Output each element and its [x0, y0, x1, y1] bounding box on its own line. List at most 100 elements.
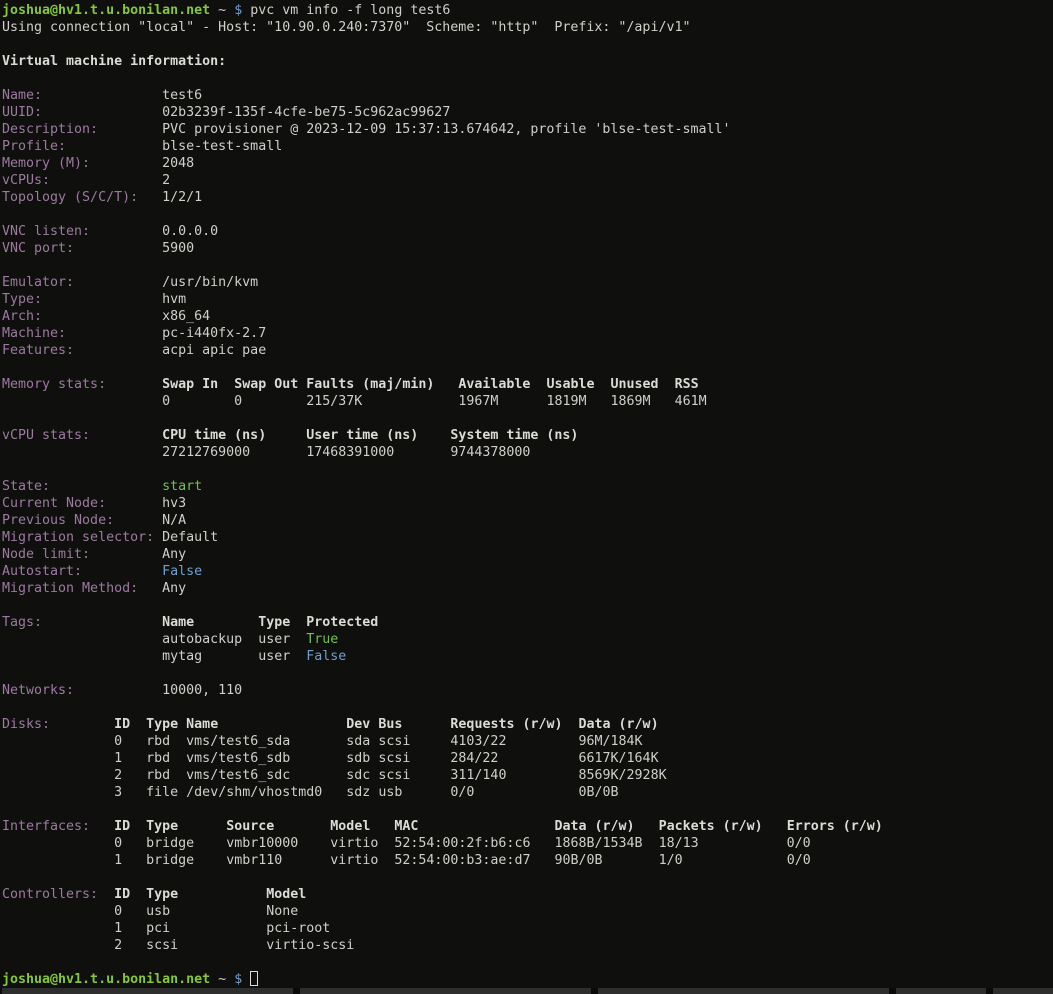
- terminal-text-segment: 0: [234, 394, 242, 409]
- terminal-text-segment: Type:: [2, 292, 42, 307]
- terminal-line: [2, 206, 1053, 223]
- terminal-line: Tags: Name Type Protected: [2, 614, 1053, 631]
- terminal-text-segment: rbd: [146, 768, 170, 783]
- terminal-text-segment: 0: [114, 836, 122, 851]
- terminal-text-segment: 215/37K: [306, 394, 362, 409]
- terminal-text-segment: 311/140: [450, 768, 506, 783]
- terminal-text-segment: 1819M: [546, 394, 586, 409]
- terminal-line: [2, 597, 1053, 614]
- terminal-text-segment: usb: [378, 785, 402, 800]
- terminal-text-segment: Migration selector:: [2, 530, 154, 545]
- terminal-line: Migration selector: Default: [2, 529, 1053, 546]
- terminal-text-segment: pvc vm info -f long test6: [250, 3, 450, 18]
- terminal-text-segment: Name:: [2, 88, 42, 103]
- terminal-text-segment: vmbr10000: [226, 836, 298, 851]
- terminal-text-segment: acpi apic pae: [162, 343, 266, 358]
- terminal-text-segment: False: [306, 649, 346, 664]
- taskbar-segment-window-4[interactable]: [896, 988, 986, 994]
- terminal-line: 1 rbd vms/test6_sdb sdb scsi 284/22 6617…: [2, 750, 1053, 767]
- terminal-text-segment: 2: [162, 173, 170, 188]
- terminal-text-segment: 2048: [162, 156, 194, 171]
- terminal-text-segment: Any: [162, 547, 186, 562]
- terminal-text-segment: virtio: [330, 836, 378, 851]
- terminal-text-segment: Dev: [346, 717, 370, 732]
- terminal-text-segment: Name: [186, 717, 218, 732]
- terminal-text-segment: 1: [114, 751, 122, 766]
- terminal-text-segment: bridge: [146, 836, 194, 851]
- terminal-line: Migration Method: Any: [2, 580, 1053, 597]
- terminal-text-segment: Controllers:: [2, 887, 98, 902]
- terminal-text-segment: Networks:: [2, 683, 74, 698]
- terminal-text-segment: 0/0: [787, 853, 811, 868]
- terminal-text-segment: 4103/22: [450, 734, 506, 749]
- terminal-line: 0 rbd vms/test6_sda sda scsi 4103/22 96M…: [2, 733, 1053, 750]
- terminal-line: Using connection "local" - Host: "10.90.…: [2, 19, 1053, 36]
- terminal-text-segment: Interfaces:: [2, 819, 90, 834]
- terminal-text-segment: 0B/0B: [579, 785, 619, 800]
- terminal-text-segment: user: [258, 649, 290, 664]
- terminal-text-segment: 3: [114, 785, 122, 800]
- terminal-line: VNC listen: 0.0.0.0: [2, 223, 1053, 240]
- terminal-text-segment: Previous Node:: [2, 513, 114, 528]
- terminal-text-segment: 0: [114, 904, 122, 919]
- terminal-text-segment: bridge: [146, 853, 194, 868]
- terminal-text-segment: Bus: [378, 717, 402, 732]
- terminal-line: Profile: blse-test-small: [2, 138, 1053, 155]
- terminal-text-segment: None: [266, 904, 298, 919]
- terminal-text-segment: Errors (r/w): [787, 819, 883, 834]
- terminal-text-segment: scsi: [146, 938, 178, 953]
- terminal-text-segment: vCPU stats:: [2, 428, 90, 443]
- terminal-text-segment: test6: [162, 88, 202, 103]
- terminal-line: 27212769000 17468391000 9744378000: [2, 444, 1053, 461]
- terminal-text-segment: 17468391000: [306, 445, 394, 460]
- terminal-text-segment: Available: [458, 377, 530, 392]
- terminal-text-segment: Node limit:: [2, 547, 90, 562]
- terminal-text-segment: x86_64: [162, 309, 210, 324]
- terminal-window[interactable]: joshua@hv1.t.u.bonilan.net ~ $ pvc vm in…: [0, 0, 1053, 988]
- terminal-line: Virtual machine information:: [2, 53, 1053, 70]
- terminal-line: [2, 70, 1053, 87]
- terminal-text-segment: Unused: [611, 377, 659, 392]
- taskbar-segment-window-2[interactable]: [300, 988, 591, 994]
- terminal-line: UUID: 02b3239f-135f-4cfe-be75-5c962ac996…: [2, 104, 1053, 121]
- terminal-text-segment: ID: [114, 717, 130, 732]
- taskbar-segment-window-1[interactable]: [2, 988, 293, 994]
- terminal-text-segment: scsi: [378, 751, 410, 766]
- terminal-line: 1 pci pci-root: [2, 920, 1053, 937]
- terminal-line: Disks: ID Type Name Dev Bus Requests (r/…: [2, 716, 1053, 733]
- terminal-text-segment: 0/0: [450, 785, 474, 800]
- terminal-line: Name: test6: [2, 87, 1053, 104]
- terminal-text-segment: Description:: [2, 122, 98, 137]
- terminal-line: [2, 869, 1053, 886]
- terminal-text-segment: pci-root: [266, 921, 330, 936]
- terminal-text-segment: $: [234, 3, 242, 18]
- terminal-line: Memory (M): 2048: [2, 155, 1053, 172]
- terminal-text-segment: Name: [162, 615, 194, 630]
- terminal-text-segment: 2: [114, 768, 122, 783]
- terminal-text-segment: Swap In: [162, 377, 218, 392]
- terminal-text-segment: /dev/shm/vhostmd0: [186, 785, 322, 800]
- terminal-text-segment: 27212769000: [162, 445, 250, 460]
- taskbar-segment-window-3[interactable]: [598, 988, 889, 994]
- terminal-line: [2, 257, 1053, 274]
- terminal-line: 2 rbd vms/test6_sdc sdc scsi 311/140 856…: [2, 767, 1053, 784]
- terminal-text-segment: 1/0: [659, 853, 683, 868]
- terminal-text-segment: start: [162, 479, 202, 494]
- terminal-text-segment: mytag: [162, 649, 202, 664]
- terminal-line: Controllers: ID Type Model: [2, 886, 1053, 903]
- terminal-text-segment: 10000, 110: [162, 683, 242, 698]
- terminal-line: Memory stats: Swap In Swap Out Faults (m…: [2, 376, 1053, 393]
- terminal-line: autobackup user True: [2, 631, 1053, 648]
- terminal-text-segment: Faults (maj/min): [306, 377, 434, 392]
- terminal-text-segment: Migration Method:: [2, 581, 138, 596]
- terminal-line: Autostart: False: [2, 563, 1053, 580]
- terminal-line: VNC port: 5900: [2, 240, 1053, 257]
- terminal-line: joshua@hv1.t.u.bonilan.net ~ $: [2, 971, 1053, 988]
- terminal-text-segment: Topology (S/C/T):: [2, 190, 138, 205]
- terminal-text-segment: 5900: [162, 241, 194, 256]
- taskbar-segment-window-5[interactable]: [993, 988, 1053, 994]
- terminal-text-segment: hvm: [162, 292, 186, 307]
- terminal-line: 0 usb None: [2, 903, 1053, 920]
- terminal-text-segment: virtio-scsi: [266, 938, 354, 953]
- terminal-text-segment: 1: [114, 921, 122, 936]
